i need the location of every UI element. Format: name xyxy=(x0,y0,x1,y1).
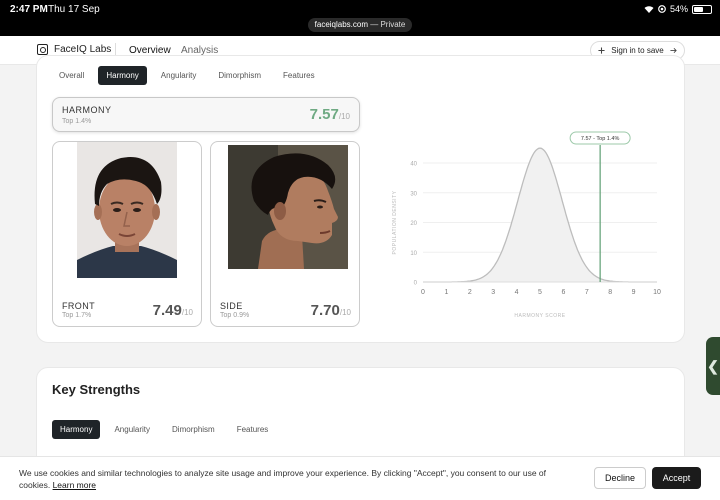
strengths-tab-angularity[interactable]: Angularity xyxy=(106,420,158,439)
status-time: 2:47 PM xyxy=(10,4,48,15)
tab-dimorphism[interactable]: Dimorphism xyxy=(210,66,269,85)
plus-icon xyxy=(598,47,605,54)
harmony-score-card[interactable]: HARMONY Top 1.4% 7.57/10 xyxy=(52,97,360,132)
distribution-area xyxy=(423,148,657,282)
harmony-score: 7.57/10 xyxy=(309,106,350,123)
front-percentile: Top 1.7% xyxy=(62,312,92,319)
status-icons: 54% xyxy=(644,4,712,14)
tab-features[interactable]: Features xyxy=(275,66,323,85)
score-marker-label: 7.57 - Top 1.4% xyxy=(581,136,620,142)
y-tick-label: 20 xyxy=(410,221,417,227)
strengths-tab-features[interactable]: Features xyxy=(229,420,277,439)
x-tick-label: 5 xyxy=(538,289,542,296)
brand-name: FaceIQ Labs xyxy=(54,44,112,55)
harmony-percentile: Top 1.4% xyxy=(62,118,92,125)
x-tick-label: 9 xyxy=(632,289,636,296)
y-axis-label: POPULATION DENSITY xyxy=(392,190,398,254)
y-tick-label: 30 xyxy=(410,191,417,197)
side-profile-card[interactable]: SIDE Top 0.9% 7.70/10 xyxy=(210,141,360,327)
x-tick-label: 6 xyxy=(561,289,565,296)
decline-button[interactable]: Decline xyxy=(594,467,646,489)
harmony-distribution-chart: 0 10 20 30 40 0 1 2 3 4 5 6 7 8 9 10 HARMONY SCORE POPULA… xyxy=(387,126,677,326)
tab-harmony[interactable]: Harmony xyxy=(98,66,147,85)
wifi-icon xyxy=(644,6,654,13)
x-tick-label: 1 xyxy=(444,289,448,296)
battery-percent: 54% xyxy=(669,4,688,14)
drawer-handle-chevron-left-icon[interactable]: ❮ xyxy=(706,337,720,395)
y-tick-label: 10 xyxy=(410,251,417,257)
arrow-right-icon xyxy=(670,48,677,53)
strengths-tab-dimorphism[interactable]: Dimorphism xyxy=(164,420,223,439)
tab-overall[interactable]: Overall xyxy=(51,66,92,85)
face-scan-icon xyxy=(37,44,48,55)
y-tick-label: 40 xyxy=(410,162,417,168)
key-strengths-title: Key Strengths xyxy=(52,382,141,397)
learn-more-link[interactable]: Learn more xyxy=(53,480,96,490)
url-domain: faceiqlabs.com xyxy=(314,20,368,29)
analysis-card: Overall Harmony Angularity Dimorphism Fe… xyxy=(36,55,685,343)
focus-icon xyxy=(658,5,666,13)
battery-icon xyxy=(692,4,712,14)
side-score: 7.70/10 xyxy=(310,302,351,319)
front-face-photo xyxy=(77,142,177,278)
harmony-label: HARMONY xyxy=(62,105,112,115)
x-tick-label: 8 xyxy=(608,289,612,296)
cookie-text: We use cookies and similar technologies … xyxy=(19,468,547,490)
sign-in-label: Sign in to save xyxy=(611,46,664,55)
x-tick-label: 10 xyxy=(653,289,661,296)
strengths-tab-harmony[interactable]: Harmony xyxy=(52,420,101,439)
side-face-photo xyxy=(228,145,348,269)
y-tick-label: 0 xyxy=(414,281,418,287)
status-date: Thu 17 Sep xyxy=(48,4,100,15)
status-bar: 2:47 PM Thu 17 Sep faceiqlabs.com — Priv… xyxy=(0,0,720,36)
front-score: 7.49/10 xyxy=(152,302,193,319)
side-percentile: Top 0.9% xyxy=(220,312,250,319)
tab-angularity[interactable]: Angularity xyxy=(153,66,205,85)
score-tabs: Overall Harmony Angularity Dimorphism Fe… xyxy=(51,66,323,85)
distribution-svg: 0 10 20 30 40 0 1 2 3 4 5 6 7 8 9 10 HARMONY SCORE POPULA… xyxy=(392,131,661,319)
url-pill[interactable]: faceiqlabs.com — Private xyxy=(308,18,412,32)
front-label: FRONT xyxy=(62,301,95,311)
url-mode: — Private xyxy=(368,20,406,29)
x-tick-label: 3 xyxy=(491,289,495,296)
side-label: SIDE xyxy=(220,301,243,311)
brand-logo[interactable]: FaceIQ Labs xyxy=(37,44,111,55)
x-tick-label: 4 xyxy=(515,289,519,296)
cookie-banner: We use cookies and similar technologies … xyxy=(0,456,720,500)
x-tick-label: 7 xyxy=(585,289,589,296)
x-tick-label: 2 xyxy=(468,289,472,296)
x-tick-label: 0 xyxy=(421,289,425,296)
front-profile-card[interactable]: FRONT Top 1.7% 7.49/10 xyxy=(52,141,202,327)
strengths-tabs: Harmony Angularity Dimorphism Features xyxy=(52,420,276,439)
accept-button[interactable]: Accept xyxy=(652,467,701,489)
x-axis-label: HARMONY SCORE xyxy=(514,313,565,319)
